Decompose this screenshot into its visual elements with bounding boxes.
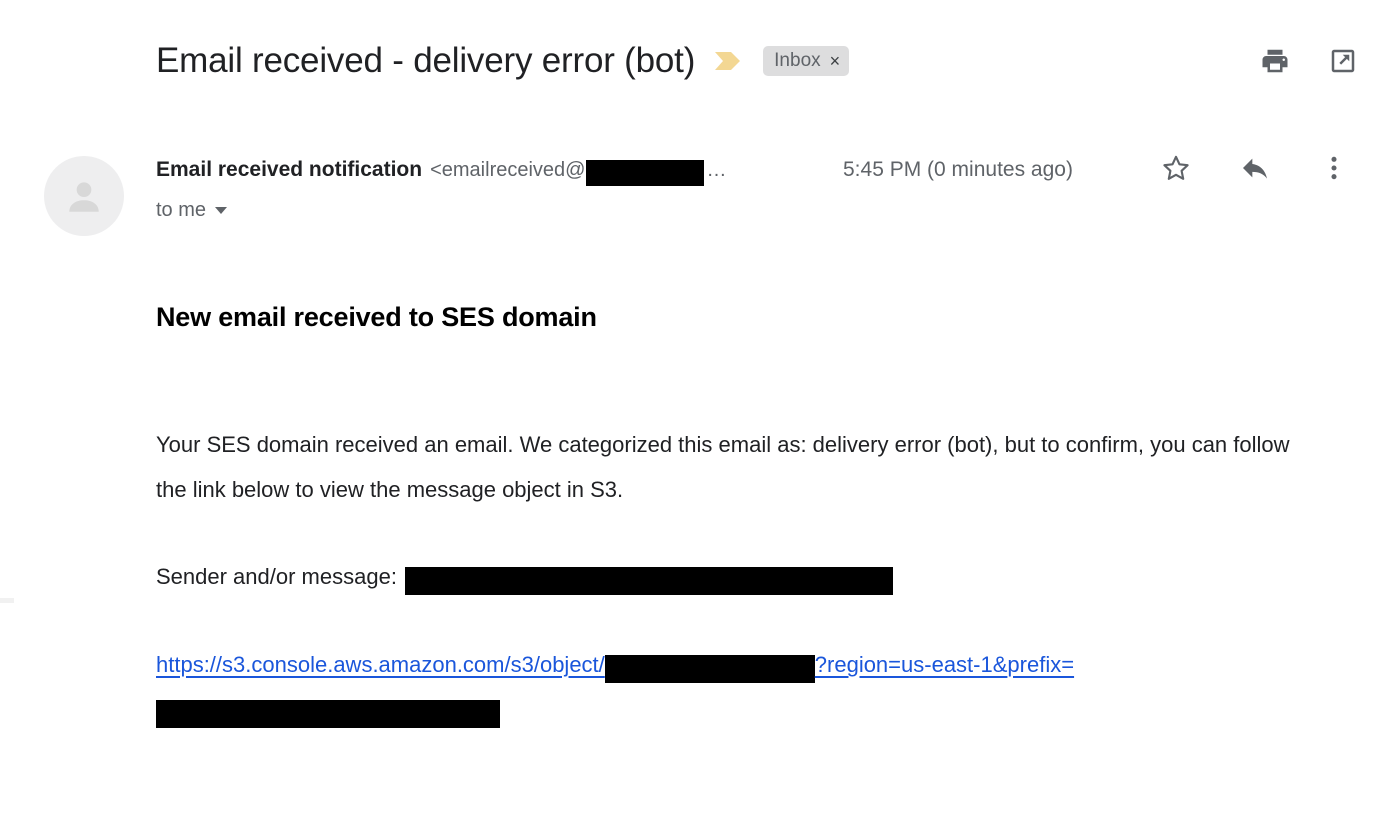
sender-message-label: Sender and/or message: — [156, 564, 397, 589]
star-icon[interactable] — [1160, 152, 1192, 184]
open-in-new-window-icon[interactable] — [1328, 46, 1358, 76]
label-chip-label: Inbox — [774, 50, 821, 71]
recipient-line[interactable]: to me — [156, 198, 856, 222]
sender-message-line: Sender and/or message: — [156, 554, 1316, 599]
s3-link-part-1: https://s3.console.aws.amazon.com/s3/obj… — [156, 652, 605, 677]
redaction-bar-sender-message — [404, 566, 893, 595]
sender-email: <emailreceived@ … — [430, 156, 728, 186]
chevron-down-icon[interactable] — [215, 206, 228, 214]
redaction-bar-link-prefix — [156, 699, 500, 728]
message-timestamp: 5:45 PM (0 minutes ago) — [843, 158, 1073, 181]
avatar[interactable] — [44, 156, 124, 236]
edge-artifact — [0, 598, 14, 603]
subject-header: Email received - delivery error (bot) In… — [0, 0, 1400, 120]
message-actions — [1160, 152, 1350, 184]
email-body: New email received to SES domain Your SE… — [156, 300, 1356, 754]
important-chevron-icon[interactable] — [715, 50, 741, 72]
more-options-icon[interactable] — [1318, 152, 1350, 184]
s3-link-part-3: prefix= — [1007, 652, 1075, 677]
close-icon[interactable]: × — [830, 52, 841, 70]
body-heading: New email received to SES domain — [156, 302, 597, 332]
subject-line: Email received - delivery error (bot) In… — [156, 40, 850, 82]
sender-line: Email received notification <emailreceiv… — [156, 156, 856, 186]
print-icon[interactable] — [1260, 46, 1290, 76]
sender-email-ellipsis: … — [706, 159, 728, 181]
reply-icon[interactable] — [1239, 152, 1271, 184]
label-chip-inbox[interactable]: Inbox × — [763, 46, 850, 76]
sender-name[interactable]: Email received notification — [156, 156, 422, 184]
s3-object-link[interactable]: https://s3.console.aws.amazon.com/s3/obj… — [156, 652, 1075, 728]
redaction-bar-sender-email — [586, 159, 705, 186]
recipient-label: to me — [156, 199, 207, 221]
sender-details: Email received notification <emailreceiv… — [156, 156, 856, 222]
s3-link-part-2: ?region=us-east-1& — [814, 652, 1008, 677]
sender-email-prefix: <emailreceived@ — [430, 159, 586, 181]
page-title: Email received - delivery error (bot) — [156, 41, 696, 80]
body-paragraph: Your SES domain received an email. We ca… — [156, 432, 1290, 502]
redaction-bar-link-object — [604, 654, 815, 683]
s3-link-paragraph: https://s3.console.aws.amazon.com/s3/obj… — [156, 642, 1256, 732]
person-avatar-icon — [69, 182, 99, 212]
header-actions — [1260, 46, 1358, 76]
